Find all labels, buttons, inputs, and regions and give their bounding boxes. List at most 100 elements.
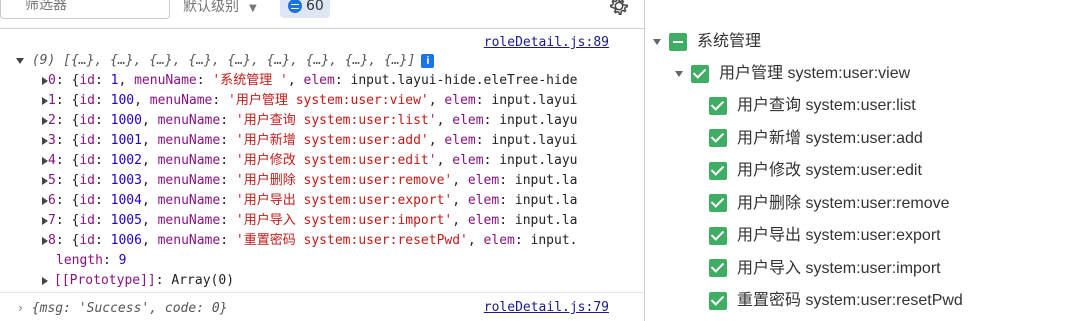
item-menu-name: '用户导出 system:user:export'	[235, 193, 453, 208]
item-elem: input.layui	[491, 133, 578, 148]
response-object: {msg: 'Success', code: 0}	[31, 301, 228, 316]
response-row[interactable]: › {msg: 'Success', code: 0} roleDetail.j…	[0, 298, 644, 318]
message-count: 60	[306, 0, 324, 14]
length-key: length	[56, 253, 103, 268]
console-source-row: roleDetail.js:89	[0, 33, 644, 53]
checked-checkbox-icon[interactable]	[709, 259, 727, 278]
log-level-select[interactable]: 默认级别 ▼	[183, 0, 257, 18]
checked-checkbox-icon[interactable]	[709, 194, 727, 213]
checked-checkbox-icon[interactable]	[709, 129, 727, 148]
item-id: 100	[110, 93, 135, 108]
array-item-row[interactable]: 1: {id: 100, menuName: '用户管理 system:user…	[0, 91, 644, 111]
tree-node-label: 系统管理	[697, 33, 762, 50]
console-toolbar: 默认级别 ▼ 60	[0, 0, 644, 29]
log-level-label: 默认级别	[183, 0, 239, 15]
console-divider	[0, 292, 644, 293]
source-link[interactable]: roleDetail.js:79	[484, 298, 609, 318]
tree-node-label: 用户新增 system:user:add	[737, 129, 923, 147]
collapse-triangle-icon[interactable]	[42, 276, 48, 285]
chevron-down-icon[interactable]	[675, 70, 683, 77]
source-link[interactable]: roleDetail.js:89	[484, 33, 609, 53]
tree-node-label: 用户查询 system:user:list	[737, 97, 916, 114]
tree-node-leaf[interactable]: 用户导出 system:user:export	[709, 224, 941, 248]
item-elem: input.la	[514, 193, 578, 208]
filter-input[interactable]	[0, 0, 170, 19]
chevron-down-icon[interactable]	[653, 38, 661, 45]
item-menu-name: '重置密码 system:user:resetPwd'	[235, 233, 468, 248]
item-menu-name: '用户新增 system:user:add'	[235, 133, 429, 148]
item-id: 1005	[110, 213, 142, 228]
checked-checkbox-icon[interactable]	[709, 226, 727, 245]
tree-node-label: 重置密码 system:user:resetPwd	[737, 292, 963, 309]
array-item-row[interactable]: 4: {id: 1002, menuName: '用户修改 system:use…	[0, 151, 644, 171]
array-index: 8	[48, 233, 56, 248]
checked-checkbox-icon[interactable]	[709, 96, 727, 115]
info-icon[interactable]: i	[421, 53, 435, 68]
tree-node-root[interactable]: 系统管理	[653, 30, 761, 54]
tree-node-label: 用户导出 system:user:export	[737, 227, 941, 244]
item-id: 1001	[110, 133, 142, 148]
item-menu-name: '用户导入 system:user:import'	[235, 213, 453, 228]
chevron-down-icon: ▼	[249, 3, 257, 14]
tree-node-leaf[interactable]: 用户查询 system:user:list	[709, 94, 916, 118]
checked-checkbox-icon[interactable]	[691, 64, 709, 83]
item-id: 1003	[110, 173, 142, 188]
devtools-console: 默认级别▼ 60 roleDetail.js:89 (9) [{…}, {…},…	[0, 0, 644, 321]
array-index: 5	[48, 173, 56, 188]
array-index: 1	[48, 93, 56, 108]
tree-node-leaf[interactable]: 用户删除 system:user:remove	[709, 192, 950, 216]
partial-checkbox-icon[interactable]	[669, 32, 687, 51]
chevron-right-icon[interactable]: ›	[0, 298, 24, 318]
array-index: 2	[48, 113, 56, 128]
array-index: 0	[48, 73, 56, 88]
array-summary: (9) [{…}, {…}, {…}, {…}, {…}, {…}, {…}, …	[31, 53, 416, 68]
checked-checkbox-icon[interactable]	[709, 161, 727, 180]
item-elem: input.layui-hide.eleTree-hide	[350, 73, 578, 88]
array-index: 3	[48, 133, 56, 148]
tree-node-label: 用户导入 system:user:import	[737, 259, 941, 277]
tree-node-label: 用户管理 system:user:view	[719, 65, 911, 82]
item-elem: input.layui	[491, 93, 578, 108]
array-item-row[interactable]: 8: {id: 1006, menuName: '重置密码 system:use…	[0, 231, 644, 251]
array-item-row[interactable]: 5: {id: 1003, menuName: '用户删除 system:use…	[0, 171, 644, 191]
item-menu-name: '用户删除 system:user:remove'	[235, 173, 453, 188]
length-row: length: 9	[56, 253, 127, 268]
array-index: 7	[48, 213, 56, 228]
item-elem: input.layu	[499, 153, 578, 168]
array-item-row[interactable]: 7: {id: 1005, menuName: '用户导入 system:use…	[0, 211, 644, 231]
item-id: 1	[110, 73, 119, 88]
array-header[interactable]: (9) [{…}, {…}, {…}, {…}, {…}, {…}, {…}, …	[0, 51, 644, 71]
tree-node-leaf[interactable]: 用户修改 system:user:edit	[709, 159, 922, 183]
permission-tree: 系统管理 用户管理 system:user:view 用户查询 system:u…	[645, 0, 1077, 321]
item-id: 1006	[110, 233, 142, 248]
array-item-row[interactable]: 0: {id: 1, menuName: '系统管理 ', elem: inpu…	[0, 71, 644, 91]
tree-node-leaf[interactable]: 重置密码 system:user:resetPwd	[709, 289, 963, 313]
item-menu-name: '系统管理 '	[212, 73, 288, 88]
prototype-value: Array(0)	[171, 273, 235, 288]
tree-node-leaf[interactable]: 用户导入 system:user:import	[709, 257, 941, 281]
message-count-button[interactable]: 60	[280, 0, 330, 18]
prototype-row[interactable]: [[Prototype]]: Array(0)	[0, 271, 644, 291]
array-index: 4	[48, 153, 56, 168]
length-value: 9	[118, 253, 127, 268]
tree-node-label: 用户修改 system:user:edit	[737, 162, 922, 179]
checked-checkbox-icon[interactable]	[709, 291, 727, 310]
message-icon	[288, 0, 302, 13]
array-index: 6	[48, 193, 56, 208]
item-id: 1000	[110, 113, 142, 128]
tree-node-leaf[interactable]: 用户新增 system:user:add	[709, 127, 923, 151]
tree-node-child[interactable]: 用户管理 system:user:view	[675, 62, 910, 86]
prototype-key: [[Prototype]]	[54, 273, 156, 288]
array-item-row[interactable]: 3: {id: 1001, menuName: '用户新增 system:use…	[0, 131, 644, 151]
tree-node-label: 用户删除 system:user:remove	[737, 194, 950, 212]
item-id: 1004	[110, 193, 142, 208]
item-id: 1002	[110, 153, 142, 168]
array-item-row[interactable]: 2: {id: 1000, menuName: '用户查询 system:use…	[0, 111, 644, 131]
item-elem: input.	[530, 233, 578, 248]
item-menu-name: '用户查询 system:user:list'	[235, 113, 437, 128]
expand-triangle-icon[interactable]	[16, 57, 24, 64]
gear-icon[interactable]	[608, 0, 630, 17]
array-item-row[interactable]: 6: {id: 1004, menuName: '用户导出 system:use…	[0, 191, 644, 211]
item-menu-name: '用户修改 system:user:edit'	[235, 153, 437, 168]
item-menu-name: '用户管理 system:user:view'	[228, 93, 429, 108]
